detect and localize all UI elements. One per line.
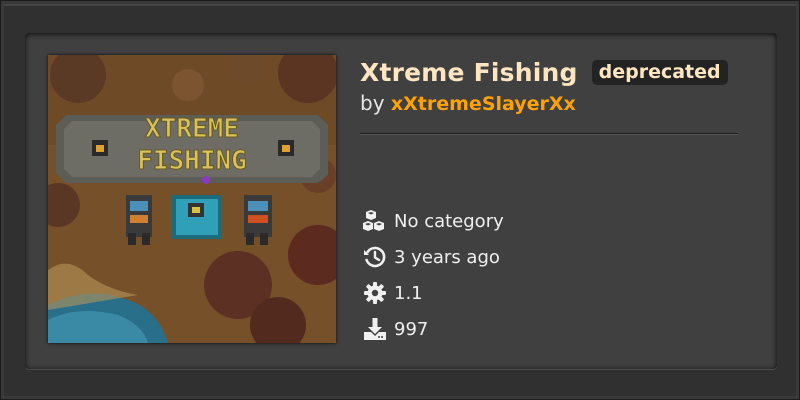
downloads-text: 997 [394, 318, 429, 340]
meta-downloads: 997 [362, 311, 504, 347]
cubes-icon [362, 208, 388, 234]
svg-text:XTREME: XTREME [145, 114, 239, 144]
download-icon [362, 316, 388, 342]
deprecated-badge: deprecated [591, 59, 728, 85]
mod-title[interactable]: Xtreme Fishing [360, 58, 578, 87]
mod-thumbnail[interactable]: XTREME FISHING [48, 55, 336, 343]
category-text: No category [394, 210, 504, 232]
mod-meta: No category 3 years ago 1.1 997 [362, 203, 504, 347]
meta-version: 1.1 [362, 275, 504, 311]
history-icon [362, 244, 388, 270]
updated-text: 3 years ago [394, 246, 500, 268]
thumbnail-image: XTREME FISHING [48, 55, 336, 343]
meta-updated: 3 years ago [362, 239, 504, 275]
mod-info: Xtreme Fishing deprecated by xXtremeSlay… [360, 55, 740, 135]
version-text: 1.1 [394, 282, 423, 304]
meta-category: No category [362, 203, 504, 239]
author-link[interactable]: xXtremeSlayerXx [391, 93, 576, 115]
title-row: Xtreme Fishing deprecated [360, 55, 740, 89]
author-row: by xXtremeSlayerXx [360, 91, 740, 119]
by-prefix: by [360, 91, 385, 115]
divider [360, 133, 738, 135]
gear-icon [362, 280, 388, 306]
svg-text:FISHING: FISHING [137, 146, 247, 176]
